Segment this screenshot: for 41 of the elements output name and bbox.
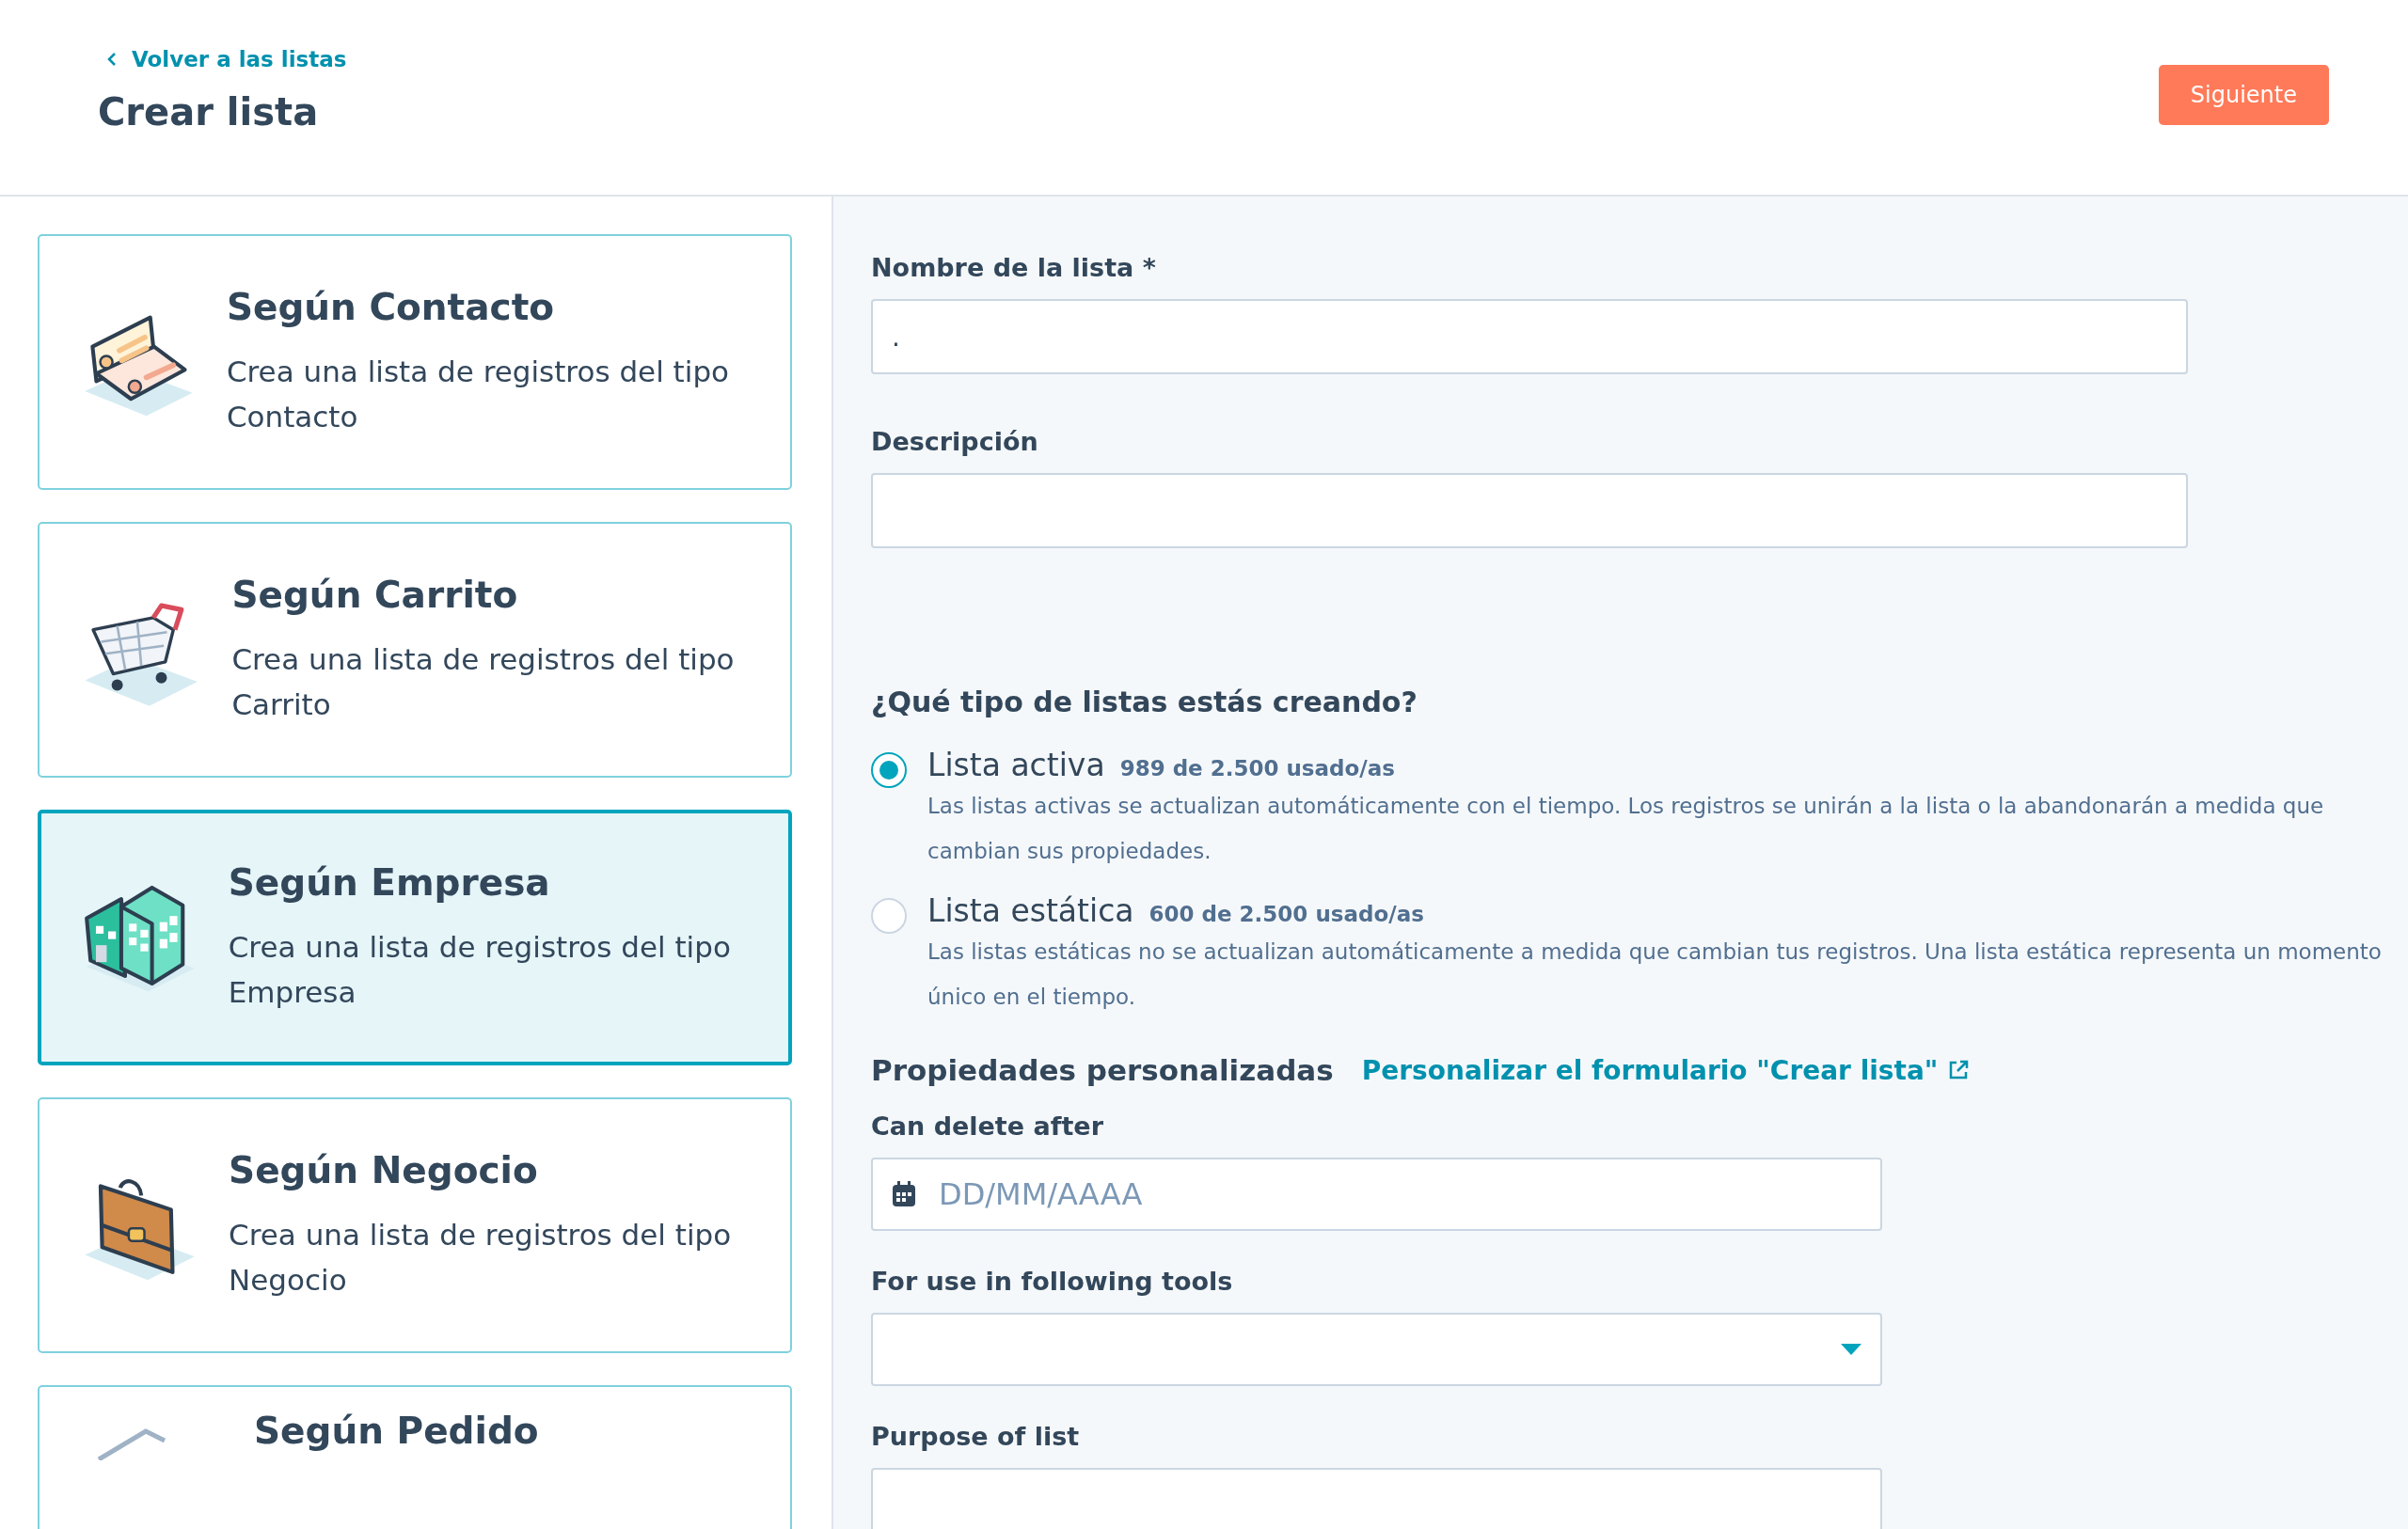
card-title: Según Pedido	[254, 1410, 539, 1452]
object-type-card[interactable]: Según Contacto Crea una lista de registros del tipo Contacto	[38, 234, 792, 490]
card-title: Según Carrito	[231, 573, 519, 616]
option-description: Las listas estáticas no se actualizan automáticamente a medida que cambian tus registros. Una lista estática representa un momento único en el tiempo.	[927, 938, 2383, 1011]
chevron-left-icon	[107, 51, 117, 67]
option-label: Lista activa	[927, 747, 1105, 783]
field-label: For use in following tools	[871, 1267, 1234, 1296]
option-label: Lista estática	[927, 892, 1134, 929]
radio-button[interactable]	[871, 898, 907, 934]
dropdown-field[interactable]	[871, 1313, 1882, 1386]
date-field[interactable]: DD/MM/AAAA	[871, 1158, 1882, 1231]
calendar-icon	[892, 1181, 916, 1207]
field-label: Descripción	[871, 427, 1039, 456]
back-link[interactable]: Volver a las listas	[107, 46, 347, 71]
card-description: Crea una lista de registros del tipo Empresa	[228, 928, 732, 1011]
card-description: Crea una lista de registros del tipo Negocio	[229, 1216, 733, 1299]
external-link-icon	[1947, 1059, 1971, 1081]
object-type-card[interactable]: Según Pedido	[38, 1385, 792, 1529]
card-title: Según Negocio	[229, 1148, 539, 1191]
section-heading: Propiedades personalizadas	[871, 1053, 1334, 1087]
field-label: Purpose of list	[871, 1422, 1081, 1451]
date-input[interactable]: DD/MM/AAAA	[937, 1175, 1861, 1213]
object-type-card[interactable]: Según Negocio Crea una lista de registros del tipo Negocio	[38, 1097, 792, 1353]
card-title: Según Empresa	[228, 860, 551, 904]
usage-count: 600 de 2.500 usado/as	[1149, 902, 1424, 926]
card-title: Según Contacto	[226, 285, 556, 328]
card-description: Crea una lista de registros del tipo Contacto	[226, 353, 731, 435]
object-type-card[interactable]: Según Empresa Crea una lista de registros del tipo Empresa	[38, 810, 792, 1065]
question-heading: ¿Qué tipo de listas estás creando?	[871, 686, 1418, 718]
text-field[interactable]: .	[871, 299, 2188, 374]
usage-count: 989 de 2.500 usado/as	[1119, 756, 1395, 780]
text-field[interactable]	[871, 1468, 1882, 1529]
page-title: Crear lista	[98, 89, 320, 134]
text-field[interactable]	[871, 473, 2188, 548]
radio-button[interactable]	[871, 752, 907, 788]
field-label: Can delete after	[871, 1111, 1104, 1141]
field-label: Nombre de la lista *	[871, 253, 1157, 282]
card-description: Crea una lista de registros del tipo Carrito	[231, 640, 736, 723]
option-description: Las listas activas se actualizan automáticamente con el tiempo. Los registros se unirán a la lista o la abandonarán a medida que cambian sus propiedades.	[927, 793, 2325, 865]
caret-icon	[1841, 1344, 1861, 1355]
object-type-card[interactable]: Según Carrito Crea una lista de registros del tipo Carrito	[38, 522, 792, 778]
